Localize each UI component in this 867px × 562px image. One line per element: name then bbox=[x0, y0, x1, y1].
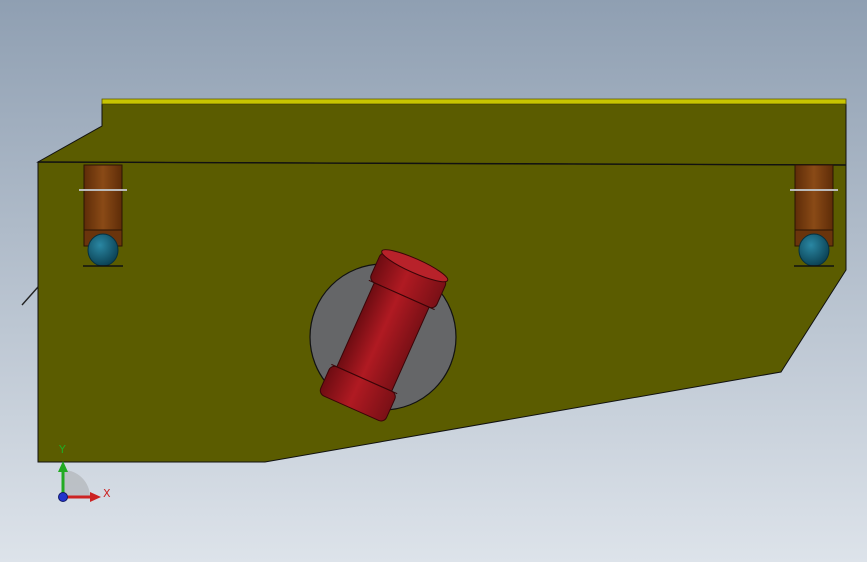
triad-y-label: Y bbox=[59, 443, 66, 456]
top-rail[interactable] bbox=[101, 98, 847, 105]
triad-z-axis bbox=[58, 492, 68, 502]
model-view[interactable] bbox=[0, 0, 867, 562]
triad-x-label: X bbox=[103, 487, 111, 500]
right-rubber-foot bbox=[798, 233, 830, 267]
cad-viewport[interactable]: Y X bbox=[0, 0, 867, 562]
top-beam[interactable] bbox=[36, 103, 847, 166]
left-rubber-foot bbox=[87, 233, 119, 267]
